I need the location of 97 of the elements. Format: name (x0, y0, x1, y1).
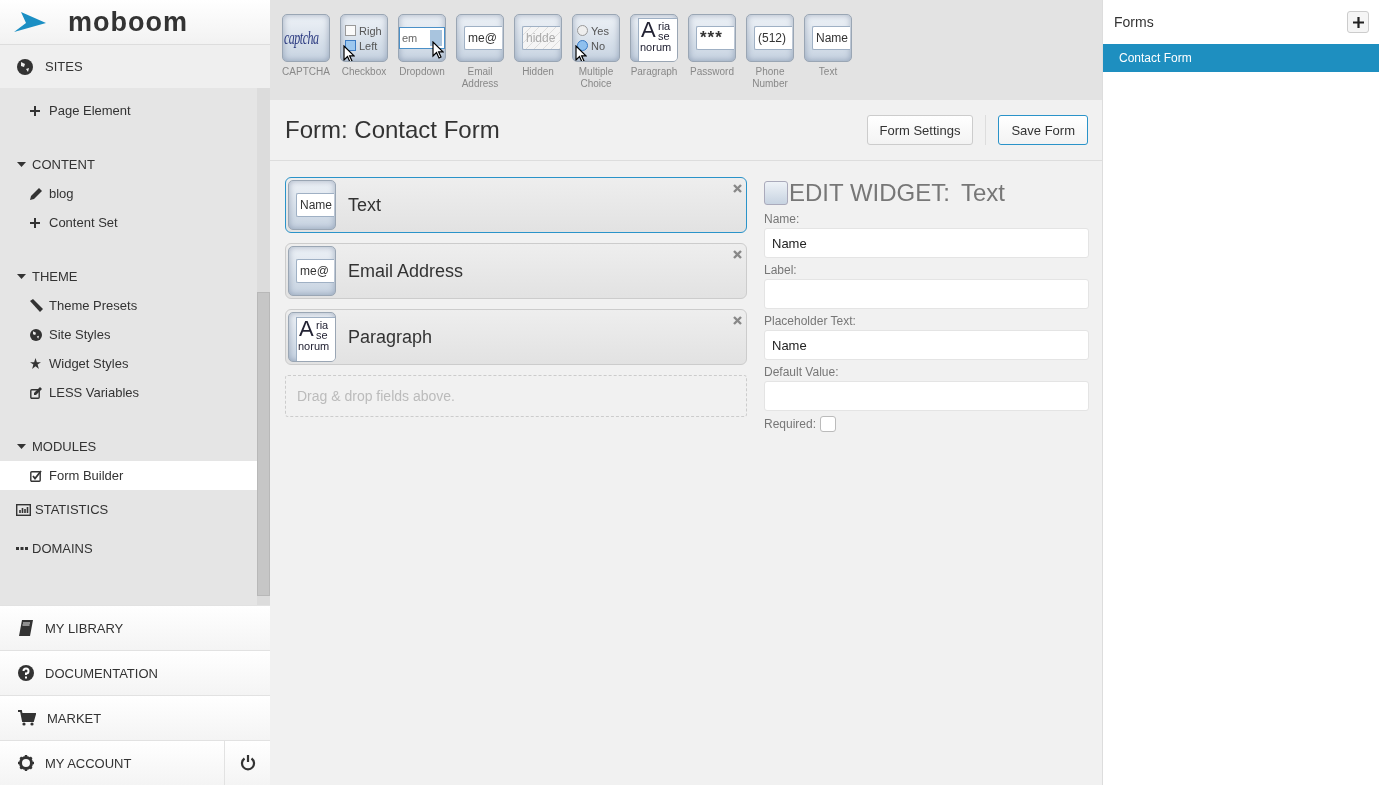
widget-tool[interactable]: Righ Left (340, 14, 388, 62)
option-text: No (591, 39, 606, 52)
nav-item[interactable]: Site Styles (0, 320, 257, 349)
tool-label: Text (817, 66, 839, 78)
globe-icon (17, 58, 33, 75)
bar-chart-icon (16, 503, 31, 516)
caret-icon (17, 159, 26, 169)
field-label: Name: (764, 212, 801, 226)
input-preview: Name (296, 193, 334, 217)
sample-text: *** (696, 26, 734, 50)
save-button[interactable]: Save Form (998, 115, 1088, 145)
menu-item[interactable]: MY LIBRARY (0, 606, 270, 650)
close-icon[interactable] (733, 250, 742, 259)
field-label: Email Address (348, 260, 464, 282)
logo-text: moboom (68, 8, 188, 36)
widget-tool[interactable]: me@ (456, 14, 504, 62)
help-icon (18, 665, 34, 681)
pencil-icon (30, 187, 42, 200)
required-label: Required: (764, 416, 817, 431)
nav-item[interactable]: LESS Variables (0, 378, 257, 407)
nav-item[interactable]: Theme Presets (0, 291, 257, 320)
widget-icon (764, 181, 788, 205)
widget-tool[interactable]: *** (688, 14, 736, 62)
field-label: Text (348, 194, 381, 216)
form-field-card[interactable]: me@ Email Address (285, 243, 747, 299)
field-label: Paragraph (348, 326, 433, 348)
input-field[interactable] (764, 279, 1089, 309)
tool-label: Paragraph (630, 66, 678, 78)
editor-heading: EDIT WIDGET: (789, 179, 950, 207)
caret-icon (17, 271, 26, 281)
option-text: Righ (359, 24, 382, 37)
add-button[interactable] (1347, 11, 1369, 33)
required-checkbox[interactable] (820, 416, 837, 432)
tool-label: Hidden (521, 66, 555, 78)
section-header[interactable]: CONTENT (0, 149, 257, 179)
menu-item[interactable]: DOCUMENTATION (0, 651, 270, 695)
caret-icon (17, 441, 26, 451)
input-field[interactable]: Name (764, 330, 1089, 360)
tool-label: Email Address (460, 66, 500, 89)
logo-arrow-icon (12, 12, 46, 32)
close-icon[interactable] (733, 184, 742, 193)
sample-text: (512) (754, 26, 792, 50)
nav-item[interactable]: STATISTICS (0, 490, 257, 529)
form-list-item[interactable]: Contact Form (1103, 44, 1379, 72)
captcha-preview: captcha (284, 26, 319, 50)
sample-text: hidde (522, 26, 560, 50)
tool-label: CAPTCHA (282, 66, 330, 78)
input-field[interactable] (764, 381, 1089, 411)
book-icon (18, 620, 34, 636)
tool-label: Multiple Choice (577, 66, 615, 89)
widget-tool[interactable]: Name (804, 14, 852, 62)
field-label: Placeholder Text: (764, 314, 857, 328)
plus-icon (1352, 16, 1364, 28)
tool-label: Dropdown (398, 66, 446, 78)
panel-title: Forms (1114, 14, 1154, 30)
nav-item[interactable]: Content Set (0, 208, 257, 237)
sample-text: me@ (464, 26, 502, 50)
form-title: Form: Contact Form (285, 116, 500, 144)
plus-icon (30, 105, 40, 116)
dots-icon (16, 546, 28, 551)
tool-label: Phone Number (751, 66, 789, 89)
nav-item[interactable]: Page Element (0, 96, 257, 125)
widget-tool[interactable]: Yes No (572, 14, 620, 62)
section-header[interactable]: THEME (0, 261, 257, 291)
input-preview: me@ (296, 259, 334, 283)
power-icon (239, 755, 256, 771)
option-text: Yes (591, 24, 609, 37)
form-field-card[interactable]: Name Text (285, 177, 747, 233)
scrollbar[interactable] (257, 88, 270, 605)
field-label: Default Value: (764, 365, 840, 379)
widget-tool[interactable]: em (398, 14, 446, 62)
checkbox-icon (30, 469, 42, 482)
nav-item[interactable]: Form Builder (0, 461, 257, 490)
settings-button[interactable]: Form Settings (866, 115, 974, 145)
plus-icon (30, 217, 40, 228)
menu-item[interactable]: MARKET (0, 696, 270, 740)
field-label: Label: (764, 263, 798, 277)
tool-label: Password (689, 66, 735, 78)
edit-icon (30, 386, 42, 399)
globe-icon (30, 328, 42, 341)
asterisk-icon (30, 358, 41, 369)
sites-label[interactable]: SITES (45, 59, 83, 74)
sample-text: Name (812, 26, 850, 50)
dropdown-preview: em (399, 27, 445, 49)
tool-label: Checkbox (340, 66, 388, 78)
input-field[interactable]: Name (764, 228, 1089, 258)
nav-item[interactable]: blog (0, 179, 257, 208)
nav-item[interactable]: Widget Styles (0, 349, 257, 378)
settings-icon (18, 755, 34, 771)
widget-tool[interactable]: (512) (746, 14, 794, 62)
close-icon[interactable] (733, 316, 742, 325)
widget-name: Text (960, 179, 1005, 207)
option-text: Left (359, 39, 378, 52)
cart-icon (18, 710, 36, 726)
nav-item[interactable]: DOMAINS (0, 529, 257, 568)
section-header[interactable]: MODULES (0, 431, 257, 461)
widget-tool[interactable]: captcha (282, 14, 330, 62)
